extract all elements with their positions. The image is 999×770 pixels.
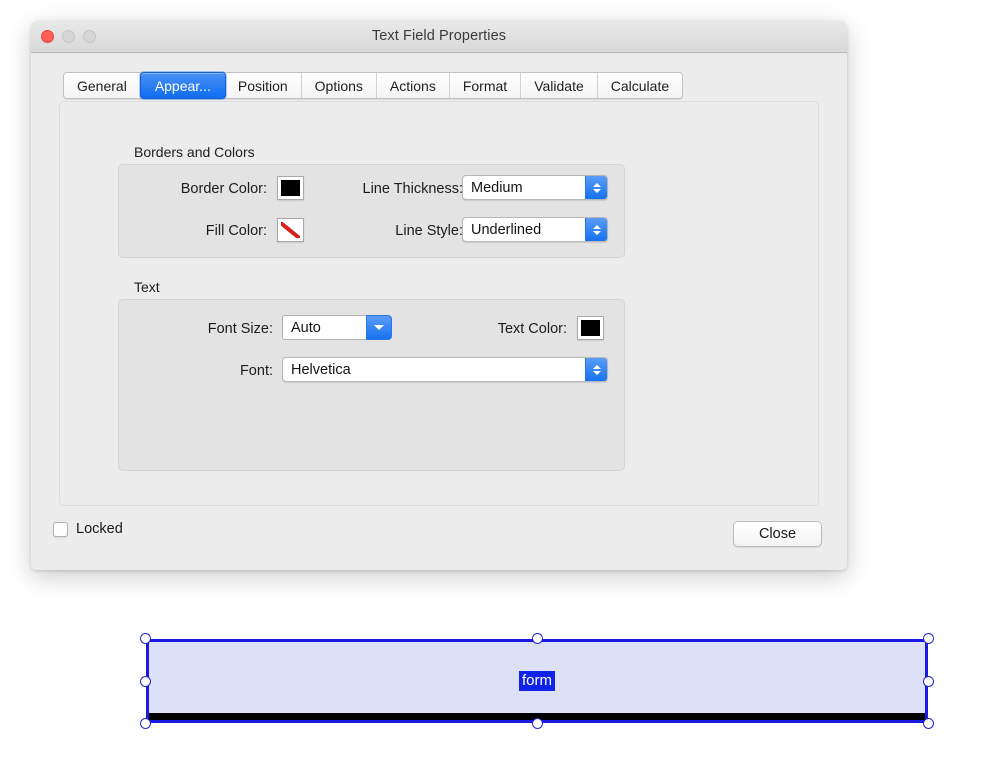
chevron-updown-icon xyxy=(585,176,607,199)
resize-handle-top-center[interactable] xyxy=(531,633,543,644)
selected-form-field[interactable]: form xyxy=(140,633,934,729)
tab-label: Validate xyxy=(534,77,584,94)
borders-and-colors-heading: Borders and Colors xyxy=(134,144,255,160)
tab-format[interactable]: Format xyxy=(449,73,522,98)
resize-handle-bottom-center[interactable] xyxy=(531,718,543,729)
resize-handle-middle-left[interactable] xyxy=(140,675,151,687)
fill-color-well[interactable] xyxy=(277,218,304,242)
resize-handle-top-right[interactable] xyxy=(923,633,934,644)
text-section-group: Font Size: Auto Text Color: Font: Helvet… xyxy=(118,299,625,471)
text-section-heading: Text xyxy=(134,279,160,295)
font-value: Helvetica xyxy=(291,361,351,378)
dialog-titlebar[interactable]: Text Field Properties xyxy=(31,21,847,53)
tab-label: Appear... xyxy=(154,77,211,94)
tab-label: Format xyxy=(462,77,508,94)
border-color-well[interactable] xyxy=(277,176,304,200)
border-color-label: Border Color: xyxy=(180,181,267,197)
resize-handle-middle-right[interactable] xyxy=(923,675,934,687)
properties-tab-bar: General Appear... Position Options Actio… xyxy=(63,72,684,99)
appearance-tab-panel: Borders and Colors Border Color: Line Th… xyxy=(59,101,819,506)
tab-label: Position xyxy=(237,77,288,94)
line-style-label: Line Style: xyxy=(395,223,463,239)
locked-label: Locked xyxy=(76,521,123,537)
chevron-updown-icon xyxy=(585,218,607,241)
resize-handle-bottom-right[interactable] xyxy=(923,718,934,729)
no-fill-swatch xyxy=(281,222,300,238)
tab-validate[interactable]: Validate xyxy=(521,73,598,98)
close-button[interactable]: Close xyxy=(733,521,822,547)
text-color-swatch xyxy=(581,320,600,336)
tab-appearance[interactable]: Appear... xyxy=(139,72,226,99)
tab-options[interactable]: Options xyxy=(301,73,377,98)
form-field-text[interactable]: form xyxy=(519,671,555,691)
font-size-label: Font Size: xyxy=(207,321,273,337)
border-color-swatch xyxy=(281,180,300,196)
borders-and-colors-group: Border Color: Line Thickness: Medium Fil… xyxy=(118,164,625,258)
tab-general[interactable]: General xyxy=(64,73,141,98)
text-color-well[interactable] xyxy=(577,316,604,340)
tab-label: Actions xyxy=(389,77,436,94)
font-label: Font: xyxy=(239,363,273,379)
form-text-field[interactable]: form xyxy=(146,639,928,723)
tab-position[interactable]: Position xyxy=(224,73,302,98)
chevron-updown-icon xyxy=(585,358,607,381)
resize-handle-bottom-left[interactable] xyxy=(140,718,151,729)
tab-calculate[interactable]: Calculate xyxy=(597,73,683,98)
font-size-combobox[interactable]: Auto xyxy=(282,315,392,340)
chevron-down-icon[interactable] xyxy=(366,315,392,340)
text-field-properties-dialog: Text Field Properties General Appear... … xyxy=(31,21,847,570)
line-style-value: Underlined xyxy=(471,221,542,238)
line-thickness-value: Medium xyxy=(471,179,523,196)
tab-label: General xyxy=(77,77,127,94)
line-thickness-popup[interactable]: Medium xyxy=(462,175,608,200)
fill-color-label: Fill Color: xyxy=(205,223,267,239)
line-style-popup[interactable]: Underlined xyxy=(462,217,608,242)
line-thickness-label: Line Thickness: xyxy=(362,181,463,197)
tab-label: Calculate xyxy=(610,77,670,94)
close-button-label: Close xyxy=(758,526,797,542)
locked-checkbox-row[interactable]: Locked xyxy=(53,521,123,537)
locked-checkbox[interactable] xyxy=(53,521,68,537)
resize-handle-top-left[interactable] xyxy=(140,633,151,644)
font-size-value[interactable]: Auto xyxy=(282,315,366,340)
tab-label: Options xyxy=(314,77,363,94)
font-popup[interactable]: Helvetica xyxy=(282,357,608,382)
text-color-label: Text Color: xyxy=(497,321,567,337)
tab-actions[interactable]: Actions xyxy=(376,73,450,98)
window-title: Text Field Properties xyxy=(371,28,507,44)
